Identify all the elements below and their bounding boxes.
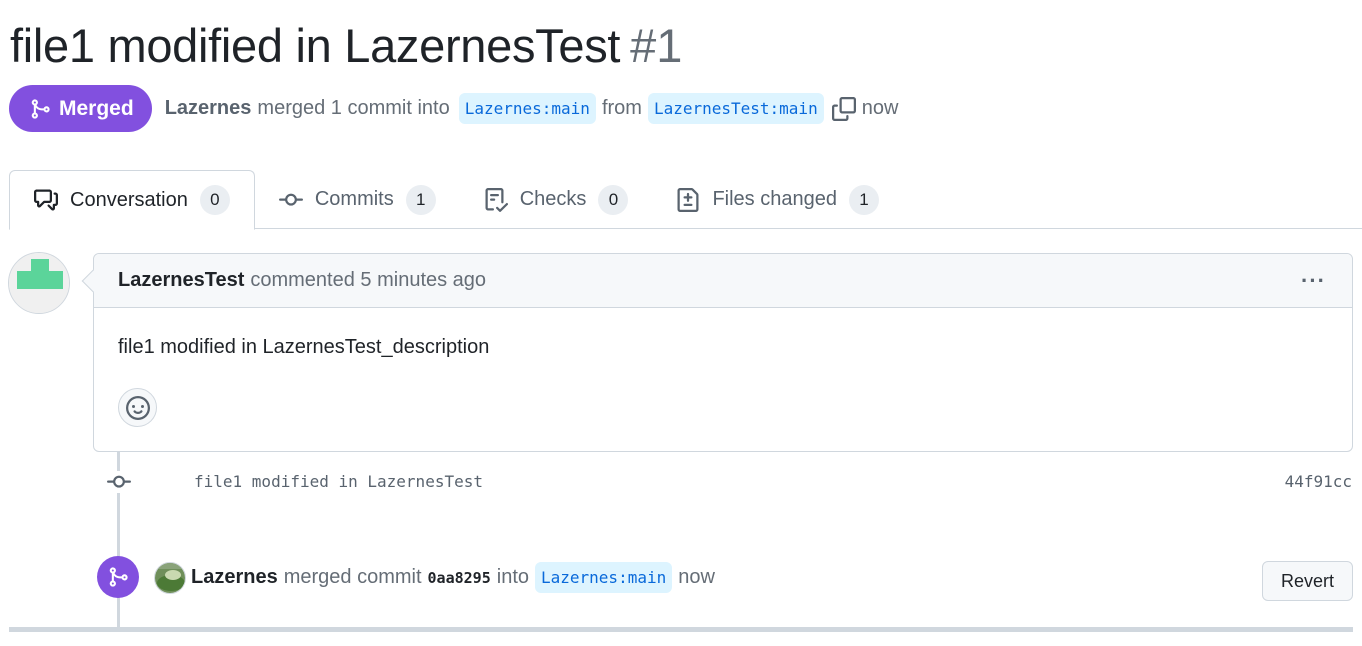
pr-description-comment: LazernesTest commented 5 minutes ago ···… — [81, 253, 1353, 452]
merge-event: Lazernes merged commit 0aa8295 into Laze… — [154, 561, 715, 594]
merge-summary-text: merged 1 commit into — [257, 97, 450, 119]
pr-tab-nav: Conversation 0 Commits 1 Checks 0 Files … — [9, 170, 1362, 230]
tab-files-changed[interactable]: Files changed 1 — [652, 170, 903, 229]
merge-commit-sha-link[interactable]: 0aa8295 — [428, 569, 491, 587]
merged-state-badge: Merged — [9, 85, 152, 132]
revert-button[interactable]: Revert — [1261, 561, 1353, 601]
merge-action-text: merged commit — [283, 566, 422, 588]
tab-checks-counter: 0 — [598, 184, 629, 215]
comment-author-link[interactable]: LazernesTest — [118, 269, 244, 292]
smiley-icon[interactable] — [118, 388, 157, 427]
commit-sha-link[interactable]: 44f91cc — [1285, 472, 1352, 491]
kebab-horizontal-icon[interactable]: ··· — [1301, 268, 1326, 294]
merger-avatar[interactable] — [154, 561, 186, 594]
merge-author-link[interactable]: Lazernes — [165, 97, 252, 120]
into-text: into — [496, 566, 529, 588]
pr-number: #1 — [630, 19, 683, 72]
merge-target-branch[interactable]: Lazernes:main — [535, 562, 673, 593]
checklist-icon — [484, 187, 520, 212]
git-merge-icon — [29, 98, 59, 120]
copy-icon[interactable] — [831, 96, 856, 121]
from-text: from — [601, 97, 642, 119]
pr-title: file1 modified in LazernesTest — [10, 19, 621, 72]
tab-commits-label: Commits — [314, 188, 394, 210]
comment-header: LazernesTest commented 5 minutes ago ··· — [81, 254, 1352, 308]
tab-files-changed-counter: 1 — [848, 184, 879, 215]
pr-title-row: file1 modified in LazernesTest #1 — [10, 18, 682, 73]
tab-commits-counter: 1 — [405, 184, 436, 215]
merged-state-label: Merged — [59, 96, 134, 120]
git-commit-icon — [278, 188, 315, 212]
tab-checks-label: Checks — [519, 188, 587, 210]
tab-conversation-label: Conversation — [70, 188, 188, 211]
pr-meta-row: Merged Lazernes merged 1 commit into Laz… — [9, 85, 898, 132]
tab-conversation-counter: 0 — [199, 185, 230, 215]
commit-message-link[interactable]: file1 modified in LazernesTest — [194, 472, 483, 491]
comment-discussion-icon — [34, 188, 70, 212]
merge-event-time: now — [678, 566, 715, 588]
git-commit-icon — [106, 471, 131, 493]
git-merge-icon — [97, 556, 139, 598]
tab-commits[interactable]: Commits 1 — [255, 170, 460, 229]
merged-time: now — [861, 97, 899, 119]
tab-conversation[interactable]: Conversation 0 — [9, 170, 255, 230]
file-diff-icon — [676, 187, 712, 212]
tab-files-changed-label: Files changed — [712, 188, 837, 210]
comment-caret — [81, 269, 105, 293]
merge-author-link[interactable]: Lazernes — [191, 566, 278, 589]
timeline-divider — [9, 627, 1353, 632]
comment-body: file1 modified in LazernesTest_descripti… — [118, 336, 490, 358]
base-branch[interactable]: Lazernes:main — [458, 93, 596, 124]
comment-timestamp: commented 5 minutes ago — [250, 269, 487, 291]
head-branch[interactable]: LazernesTest:main — [647, 93, 824, 124]
commenter-avatar[interactable] — [8, 252, 70, 314]
tab-checks[interactable]: Checks 0 — [460, 170, 653, 229]
merge-summary: Lazernes merged 1 commit into Lazernes:m… — [165, 93, 899, 124]
